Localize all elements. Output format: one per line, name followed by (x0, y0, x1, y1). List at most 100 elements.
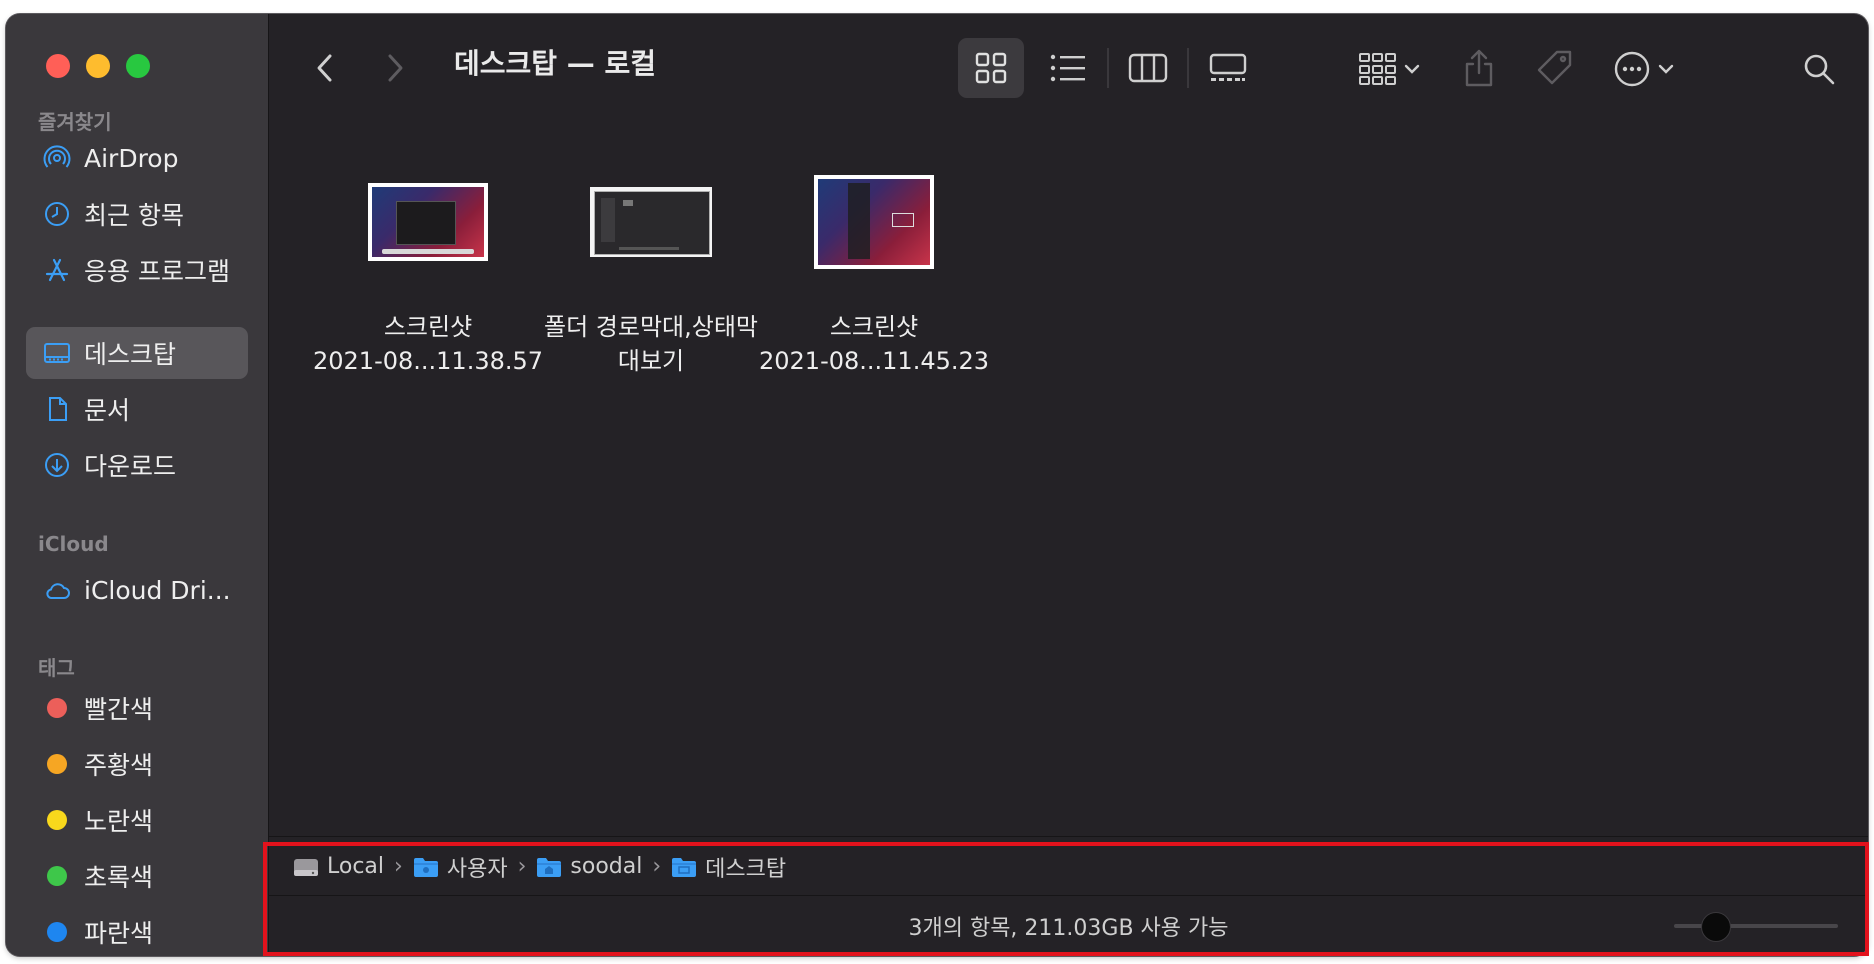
clock-icon (42, 199, 72, 229)
orange-tag-dot-icon (47, 754, 67, 774)
sidebar-item-documents[interactable]: 문서 (26, 383, 248, 435)
screenshot-thumbnail (590, 187, 712, 257)
sidebar-item-label: 데스크탑 (84, 340, 177, 369)
chevron-left-icon (317, 54, 332, 82)
sidebar-item-label: 빨간색 (84, 695, 154, 724)
file-item[interactable]: 스크린샷 2021-08...11.38.57 (313, 162, 543, 378)
list-view-icon (1050, 54, 1085, 82)
red-tag-dot-icon (47, 698, 67, 718)
sidebar-item-label: 노란색 (84, 807, 154, 836)
favorites-section-title: 즐겨찾기 (38, 110, 112, 134)
sidebar-item-airdrop[interactable]: AirDrop (26, 132, 248, 184)
finder-window: 즐겨찾기 AirDrop 최근 항목 응용 프로그램 데스크탑 문서 다운로드 … (6, 14, 1868, 956)
sidebar-item-label: 주황색 (84, 751, 154, 780)
screenshot-thumbnail (814, 175, 934, 269)
sidebar-item-icloud-drive[interactable]: iCloud Dri... (26, 564, 248, 616)
close-button[interactable] (46, 54, 70, 78)
disk-icon (294, 858, 318, 876)
green-tag-dot-icon (47, 866, 67, 886)
toolbar-separator (1187, 48, 1189, 88)
path-separator: › (517, 854, 527, 879)
sidebar-item-label: 문서 (84, 396, 131, 425)
file-name-line: 폴더 경로막대,상태막 (544, 313, 758, 341)
sidebar-item-applications[interactable]: 응용 프로그램 (26, 244, 248, 296)
chevron-down-icon (1404, 64, 1420, 74)
file-name-line: 스크린샷 (383, 313, 473, 341)
sidebar-item-tag-blue[interactable]: 파란색 (26, 906, 248, 956)
path-item-soodal[interactable]: soodal (536, 854, 642, 879)
gallery-view-button[interactable] (1195, 38, 1261, 98)
status-bar: 3개의 항목, 211.03GB 사용 가능 (269, 895, 1868, 956)
home-folder-icon (537, 857, 562, 877)
sidebar-item-label: 초록색 (84, 863, 154, 892)
path-separator: › (394, 854, 403, 879)
file-name-line: 2021-08...11.38.57 (312, 347, 544, 375)
zoom-button[interactable] (126, 54, 150, 78)
more-actions-button[interactable] (1604, 44, 1684, 94)
tag-icon (1537, 50, 1572, 85)
path-item-desktop[interactable]: 데스크탑 (671, 851, 786, 883)
sidebar-item-recents[interactable]: 최근 항목 (26, 188, 248, 240)
sidebar-item-tag-orange[interactable]: 주황색 (26, 738, 248, 790)
sidebar-item-label: 최근 항목 (84, 201, 184, 230)
search-button[interactable] (1794, 44, 1844, 94)
blue-tag-dot-icon (47, 922, 67, 942)
sidebar-item-tag-yellow[interactable]: 노란색 (26, 794, 248, 846)
chevron-right-icon (388, 54, 403, 82)
file-item[interactable]: 폴더 경로막대,상태막 대보기 (536, 162, 766, 378)
column-view-button[interactable] (1115, 38, 1181, 98)
document-icon (42, 394, 72, 424)
forward-button[interactable] (375, 48, 415, 88)
tag-button[interactable] (1527, 42, 1583, 94)
tags-section-title: 태그 (38, 656, 75, 680)
toolbar: 데스크탑 — 로컬 (269, 14, 1868, 124)
file-name-line: 2021-08...11.45.23 (758, 347, 990, 375)
sidebar-item-desktop[interactable]: 데스크탑 (26, 327, 248, 379)
file-item[interactable]: 스크린샷 2021-08...11.45.23 (759, 162, 989, 378)
more-icon (1614, 51, 1650, 87)
screenshot-thumbnail (368, 183, 488, 261)
folder-icon (672, 857, 697, 877)
airdrop-icon (42, 143, 72, 173)
status-text: 3개의 항목, 211.03GB 사용 가능 (908, 916, 1229, 941)
sidebar-item-downloads[interactable]: 다운로드 (26, 439, 248, 491)
window-title: 데스크탑 — 로컬 (454, 47, 657, 80)
icon-size-slider[interactable] (1674, 896, 1838, 956)
path-bar: Local › 사용자 › soodal › 데스크탑 (269, 836, 1868, 896)
path-item-users[interactable]: 사용자 (413, 851, 508, 883)
gallery-view-icon (1209, 53, 1247, 81)
sidebar-item-tag-green[interactable]: 초록색 (26, 850, 248, 902)
share-icon (1465, 49, 1493, 87)
path-separator: › (652, 854, 662, 879)
sidebar-item-label: 다운로드 (84, 452, 177, 481)
icon-view-icon (975, 52, 1007, 84)
sidebar-item-label: 응용 프로그램 (84, 257, 230, 286)
yellow-tag-dot-icon (47, 810, 67, 830)
sidebar-item-tag-red[interactable]: 빨간색 (26, 682, 248, 734)
cloud-icon (42, 575, 72, 605)
list-view-button[interactable] (1035, 38, 1101, 98)
group-icon (1359, 53, 1396, 85)
minimize-button[interactable] (86, 54, 110, 78)
bottom-bars: Local › 사용자 › soodal › 데스크탑 3개의 항목, 211.… (269, 836, 1868, 956)
file-name-line: 스크린샷 (829, 313, 919, 341)
path-item-label: 데스크탑 (705, 856, 787, 882)
share-button[interactable] (1454, 42, 1504, 94)
search-icon (1804, 54, 1835, 85)
back-button[interactable] (305, 48, 345, 88)
icloud-section-title: iCloud (38, 532, 109, 556)
icon-view-button[interactable] (958, 38, 1024, 98)
slider-knob[interactable] (1701, 912, 1731, 942)
download-icon (42, 450, 72, 480)
file-name-line: 대보기 (617, 347, 685, 375)
folder-icon (413, 857, 438, 877)
file-icon-grid: 스크린샷 2021-08...11.38.57 폴더 경로막대,상태막 대보기 (269, 124, 1868, 836)
path-item-local[interactable]: Local (293, 854, 384, 879)
slider-track (1674, 924, 1838, 928)
sidebar-item-label: 파란색 (84, 919, 154, 948)
path-item-label: Local (327, 854, 385, 879)
sidebar: 즐겨찾기 AirDrop 최근 항목 응용 프로그램 데스크탑 문서 다운로드 … (6, 14, 269, 956)
column-view-icon (1128, 53, 1168, 83)
sidebar-item-label: AirDrop (84, 143, 179, 173)
group-button[interactable] (1349, 44, 1429, 94)
